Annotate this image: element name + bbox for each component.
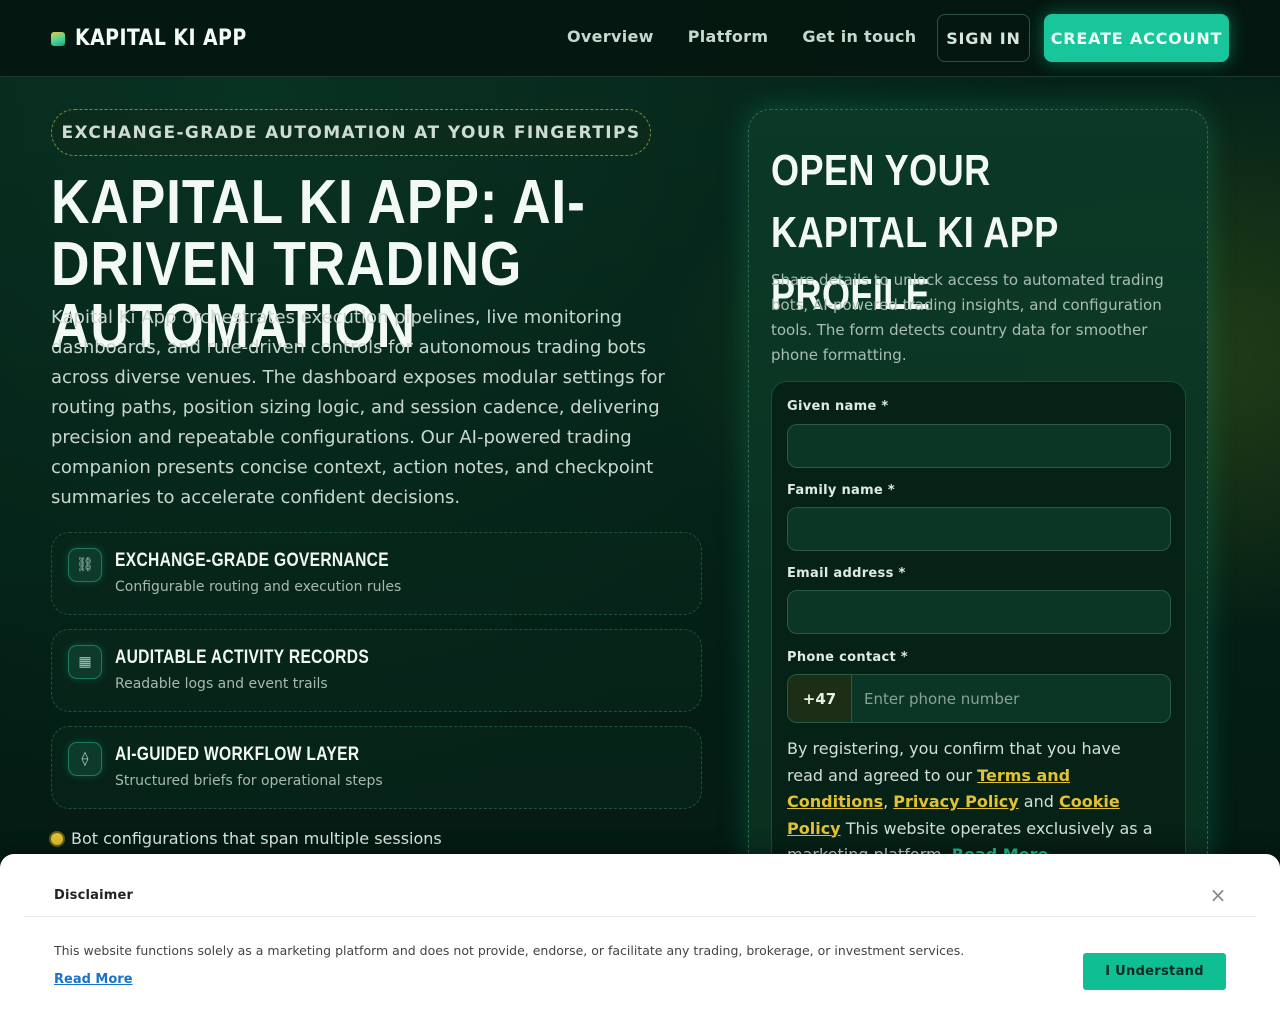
signup-card: OPEN YOUR KAPITAL KI APP PROFILE Share d… — [748, 109, 1208, 909]
brand[interactable]: KAPITAL KI APP — [51, 26, 275, 51]
feature-card-governance: ⛓ EXCHANGE-GRADE GOVERNANCE Configurable… — [51, 532, 702, 615]
feature-subtitle: Readable logs and event trails — [115, 676, 328, 692]
phone-country-code[interactable]: +47 — [788, 675, 852, 722]
feature-title: AUDITABLE ACTIVITY RECORDS — [115, 647, 370, 668]
family-name-field[interactable] — [787, 507, 1171, 551]
consent-and: and — [1018, 792, 1059, 811]
feature-subtitle: Structured briefs for operational steps — [115, 773, 383, 789]
feature-title: AI-GUIDED WORKFLOW LAYER — [115, 744, 360, 765]
chain-icon: ⛓ — [68, 548, 102, 582]
consent-comma: , — [883, 792, 889, 811]
feature-title: EXCHANGE-GRADE GOVERNANCE — [115, 550, 389, 571]
nav-platform[interactable]: Platform — [688, 27, 769, 46]
phone-label: Phone contact * — [787, 650, 908, 665]
signup-form: Given name * Family name * Email address… — [771, 381, 1186, 908]
close-icon[interactable]: × — [1208, 885, 1228, 905]
consent-pre: By registering, you confirm that you hav… — [787, 739, 1121, 785]
create-account-button[interactable]: CREATE ACCOUNT — [1044, 14, 1229, 62]
given-name-label: Given name * — [787, 399, 889, 414]
feature-card-workflow: ⟠ AI-GUIDED WORKFLOW LAYER Structured br… — [51, 726, 702, 809]
feature-card-records: ▦ AUDITABLE ACTIVITY RECORDS Readable lo… — [51, 629, 702, 712]
phone-field[interactable] — [852, 675, 1170, 722]
diamond-icon: ⟠ — [68, 742, 102, 776]
given-name-field[interactable] — [787, 424, 1171, 468]
email-field[interactable] — [787, 590, 1171, 634]
log-grid-icon: ▦ — [68, 645, 102, 679]
sign-in-button[interactable]: SIGN IN — [937, 14, 1030, 62]
hero-description: Kapital Ki App orchestrates execution pi… — [51, 307, 665, 508]
bullet-text: Bot configurations that span multiple se… — [71, 829, 442, 848]
site-header: KAPITAL KI APP Overview Platform Get in … — [0, 0, 1280, 77]
disclaimer-title: Disclaimer — [54, 888, 134, 903]
brand-logo-icon — [51, 31, 65, 46]
phone-field-group: +47 — [787, 674, 1171, 723]
family-name-label: Family name * — [787, 483, 895, 498]
nav-get-in-touch[interactable]: Get in touch — [802, 27, 916, 46]
main-nav: Overview Platform Get in touch — [567, 27, 916, 46]
disclaimer-text: This website functions solely as a marke… — [54, 943, 965, 958]
disclaimer-banner: Disclaimer × This website functions sole… — [0, 854, 1280, 1024]
consent-text: By registering, you confirm that you hav… — [787, 736, 1157, 869]
privacy-link[interactable]: Privacy Policy — [893, 792, 1018, 811]
understand-button[interactable]: I Understand — [1083, 953, 1226, 990]
bullet-dot-icon — [51, 832, 63, 845]
disclaimer-read-more-link[interactable]: Read More — [54, 972, 133, 987]
hero-eyebrow: EXCHANGE-GRADE AUTOMATION AT YOUR FINGER… — [51, 109, 651, 156]
brand-name: KAPITAL KI APP — [75, 26, 247, 51]
bullet-item: Bot configurations that span multiple se… — [51, 829, 442, 848]
feature-subtitle: Configurable routing and execution rules — [115, 579, 402, 595]
divider — [24, 916, 1256, 917]
signup-description: Share details to unlock access to automa… — [771, 271, 1164, 364]
email-label: Email address * — [787, 566, 906, 581]
nav-overview[interactable]: Overview — [567, 27, 654, 46]
